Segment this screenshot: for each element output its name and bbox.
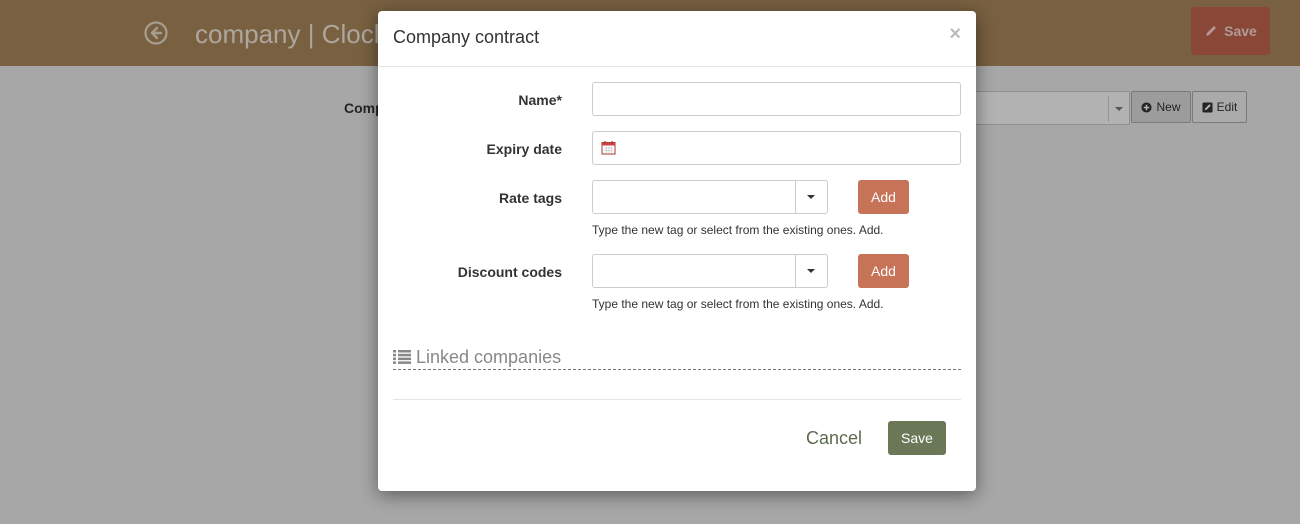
footer-divider — [393, 399, 961, 400]
rate-tags-combobox[interactable] — [592, 180, 828, 214]
linked-companies-section: Linked companies — [393, 347, 961, 370]
chevron-down-icon[interactable] — [807, 195, 815, 199]
discount-codes-help-text: Type the new tag or select from the exis… — [592, 297, 884, 311]
name-input[interactable] — [592, 82, 961, 116]
calendar-icon[interactable] — [601, 140, 616, 155]
discount-codes-add-button[interactable]: Add — [858, 254, 909, 288]
expiry-date-input[interactable] — [592, 131, 961, 165]
save-button[interactable]: Save — [888, 421, 946, 455]
rate-tags-add-button[interactable]: Add — [858, 180, 909, 214]
chevron-down-icon[interactable] — [807, 269, 815, 273]
close-icon[interactable]: × — [949, 23, 961, 46]
name-label: Name* — [518, 92, 562, 108]
company-contract-modal: Company contract × Name* Expiry date Rat… — [378, 11, 976, 491]
linked-companies-title: Linked companies — [416, 347, 562, 367]
combo-divider — [795, 255, 796, 287]
discount-codes-combobox[interactable] — [592, 254, 828, 288]
modal-header: Company contract × — [378, 11, 976, 67]
discount-codes-label: Discount codes — [457, 264, 562, 280]
rate-tags-label: Rate tags — [498, 190, 562, 206]
modal-title: Company contract — [393, 27, 540, 47]
combo-divider — [795, 181, 796, 213]
cancel-button[interactable]: Cancel — [806, 428, 862, 449]
expiry-date-label: Expiry date — [486, 141, 562, 157]
rate-tags-help-text: Type the new tag or select from the exis… — [592, 223, 884, 237]
list-icon — [393, 350, 411, 364]
